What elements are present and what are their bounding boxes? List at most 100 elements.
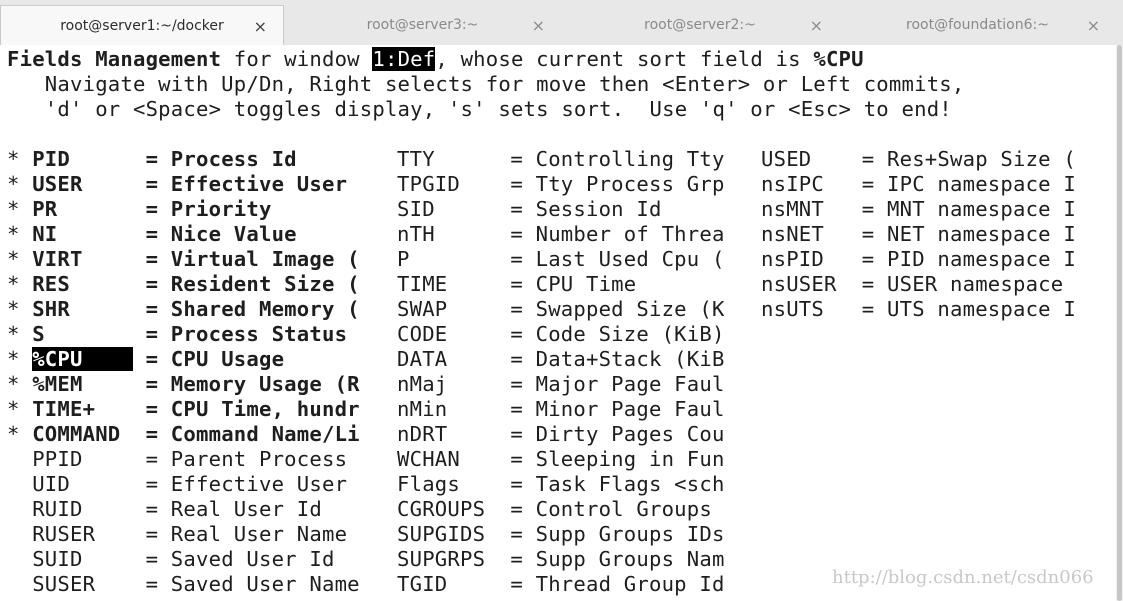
field-row-user[interactable]: * USER = Effective User: [7, 172, 347, 197]
field-separator: =: [497, 247, 536, 271]
field-name: DATA: [397, 347, 498, 371]
field-description: Virtual Image (: [170, 247, 360, 271]
field-row-uid[interactable]: UID = Effective User: [7, 472, 347, 497]
field-row-supgids[interactable]: SUPGIDS = Supp Groups IDs: [397, 522, 725, 547]
field-name: TTY: [397, 147, 498, 171]
field-row-wchan[interactable]: WCHAN = Sleeping in Fun: [397, 447, 725, 472]
field-row-nsuser[interactable]: nsUSER = USER namespace: [761, 272, 1063, 297]
field-row-tgid[interactable]: TGID = Thread Group Id: [397, 572, 725, 597]
field-row-suser[interactable]: SUSER = Saved User Name: [7, 572, 360, 597]
field-row-tpgid[interactable]: TPGID = Tty Process Grp: [397, 172, 725, 197]
field-separator: =: [133, 297, 171, 321]
field-name: CODE: [397, 322, 498, 346]
field-row-cpu[interactable]: * %CPU = CPU Usage: [7, 347, 284, 372]
field-row-nsipc[interactable]: nsIPC = IPC namespace I: [761, 172, 1076, 197]
field-name: UID: [32, 472, 133, 496]
close-icon[interactable]: ×: [1087, 16, 1100, 35]
display-mark: [7, 522, 32, 546]
field-row-nsnet[interactable]: nsNET = NET namespace I: [761, 222, 1076, 247]
field-name: S: [32, 322, 133, 346]
field-description: CPU Time: [535, 272, 637, 296]
field-row-sid[interactable]: SID = Session Id: [397, 197, 662, 222]
field-name: nMaj: [397, 372, 498, 396]
scrollbar-thumb[interactable]: [1117, 45, 1122, 601]
field-row-flags[interactable]: Flags = Task Flags <sch: [397, 472, 725, 497]
field-description: Memory Usage (R: [170, 372, 360, 396]
field-row-ruser[interactable]: RUSER = Real User Name: [7, 522, 347, 547]
field-separator: =: [497, 422, 536, 446]
display-mark: *: [7, 172, 33, 196]
field-row-pid[interactable]: * PID = Process Id: [7, 147, 297, 172]
field-row-time[interactable]: * TIME+ = CPU Time, hundr: [7, 397, 360, 422]
field-row-shr[interactable]: * SHR = Shared Memory (: [7, 297, 360, 322]
field-row-code[interactable]: CODE = Code Size (KiB): [397, 322, 725, 347]
field-description: CPU Usage: [170, 347, 285, 371]
field-row-time[interactable]: TIME = CPU Time: [397, 272, 636, 297]
tab-server3[interactable]: root@server3:~ ×: [284, 5, 561, 45]
field-row-ppid[interactable]: PPID = Parent Process: [7, 447, 347, 472]
field-row-cgroups[interactable]: CGROUPS = Control Groups: [397, 497, 712, 522]
field-row-s[interactable]: * S = Process Status: [7, 322, 347, 347]
scrollbar[interactable]: [1116, 45, 1123, 601]
field-row-suid[interactable]: SUID = Saved User Id: [7, 547, 335, 572]
field-separator: =: [849, 172, 887, 196]
field-row-nmaj[interactable]: nMaj = Major Page Faul: [397, 372, 725, 397]
display-mark: [7, 547, 32, 571]
field-separator: =: [849, 222, 887, 246]
field-row-nmin[interactable]: nMin = Minor Page Faul: [397, 397, 725, 422]
field-name: COMMAND: [32, 422, 133, 446]
field-separator: =: [497, 347, 536, 371]
field-name: nDRT: [397, 422, 498, 446]
field-row-tty[interactable]: TTY = Controlling Tty: [397, 147, 725, 172]
close-icon[interactable]: ×: [810, 16, 823, 35]
field-description: Priority: [170, 197, 272, 221]
display-mark: *: [7, 247, 33, 271]
field-description: Supp Groups IDs: [535, 522, 725, 546]
field-row-nth[interactable]: nTH = Number of Threa: [397, 222, 725, 247]
field-description: Tty Process Grp: [535, 172, 725, 196]
field-row-supgrps[interactable]: SUPGRPS = Supp Groups Nam: [397, 547, 725, 572]
help-line-2: 'd' or <Space> toggles display, 's' sets…: [7, 97, 952, 121]
tab-server2[interactable]: root@server2:~ ×: [561, 5, 839, 45]
field-separator: =: [497, 472, 536, 496]
field-row-swap[interactable]: SWAP = Swapped Size (K: [397, 297, 725, 322]
field-separator: =: [133, 522, 171, 546]
field-row-p[interactable]: P = Last Used Cpu (: [397, 247, 725, 272]
field-row-ruid[interactable]: RUID = Real User Id: [7, 497, 322, 522]
field-row-res[interactable]: * RES = Resident Size (: [7, 272, 360, 297]
tab-bar: root@server1:~/docker × root@server3:~ ×…: [0, 0, 1123, 46]
field-row-pr[interactable]: * PR = Priority: [7, 197, 272, 222]
tab-foundation6[interactable]: root@foundation6:~ ×: [839, 5, 1116, 45]
field-name: USED: [761, 147, 850, 171]
field-name: SWAP: [397, 297, 498, 321]
tab-server1[interactable]: root@server1:~/docker ×: [0, 5, 284, 45]
field-row-nspid[interactable]: nsPID = PID namespace I: [761, 247, 1076, 272]
field-name: TPGID: [397, 172, 498, 196]
field-separator: =: [133, 222, 171, 246]
header-text: for window: [221, 47, 373, 71]
field-description: Command Name/Li: [170, 422, 360, 446]
field-description: Real User Id: [170, 497, 322, 521]
field-row-nsmnt[interactable]: nsMNT = MNT namespace I: [761, 197, 1076, 222]
field-row-virt[interactable]: * VIRT = Virtual Image (: [7, 247, 360, 272]
field-separator: =: [849, 272, 887, 296]
field-row-used[interactable]: USED = Res+Swap Size (: [761, 147, 1076, 172]
field-row-mem[interactable]: * %MEM = Memory Usage (R: [7, 372, 360, 397]
field-row-command[interactable]: * COMMAND = Command Name/Li: [7, 422, 360, 447]
field-row-ndrt[interactable]: nDRT = Dirty Pages Cou: [397, 422, 725, 447]
field-name: nsIPC: [761, 172, 850, 196]
field-name: nsUSER: [761, 272, 850, 296]
field-row-ni[interactable]: * NI = Nice Value: [7, 222, 297, 247]
close-icon[interactable]: ×: [532, 16, 545, 35]
field-separator: =: [497, 497, 536, 521]
field-description: Controlling Tty: [535, 147, 725, 171]
field-description: PID namespace I: [887, 247, 1076, 271]
field-description: Thread Group Id: [535, 572, 725, 596]
field-row-data[interactable]: DATA = Data+Stack (KiB: [397, 347, 725, 372]
field-name: TIME+: [32, 397, 133, 421]
field-separator: =: [497, 322, 536, 346]
field-row-nsuts[interactable]: nsUTS = UTS namespace I: [761, 297, 1076, 322]
display-mark: [7, 472, 32, 496]
terminal-screen[interactable]: Fields Management for window 1:Def, whos…: [0, 45, 1116, 601]
close-icon[interactable]: ×: [254, 17, 267, 36]
